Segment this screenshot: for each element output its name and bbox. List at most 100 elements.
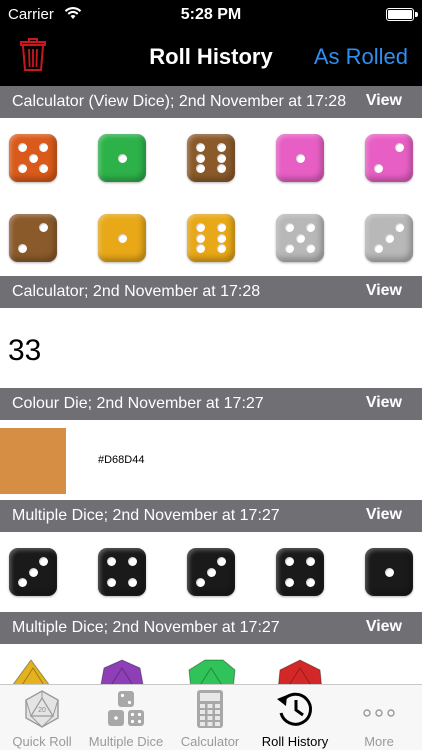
section-title: Multiple Dice; 2nd November at 17:27 (12, 507, 280, 524)
tab-bar: 20 Quick Roll Multiple Dice Calculator R… (0, 684, 422, 750)
dice-row (0, 542, 422, 606)
tab-multiple-dice[interactable]: Multiple Dice (84, 685, 168, 750)
die-pip (217, 164, 226, 173)
view-button[interactable]: View (366, 92, 402, 110)
die-pip (18, 578, 27, 587)
die-pip (217, 233, 226, 243)
die-pip (196, 578, 205, 587)
die-pip (374, 244, 383, 253)
die-pip (196, 244, 205, 253)
view-button[interactable]: View (366, 394, 402, 412)
die (9, 548, 57, 596)
die-pip (395, 223, 404, 232)
die (9, 134, 57, 182)
die-pip (196, 233, 205, 243)
view-button[interactable]: View (366, 282, 402, 300)
polyhedral-die (188, 659, 236, 686)
more-icon (363, 709, 395, 717)
die (276, 134, 324, 182)
colour-swatch (0, 428, 66, 494)
colour-hex-label: #D68D44 (98, 454, 145, 466)
die-pip (217, 557, 226, 566)
die-pip (217, 244, 226, 253)
die-pip (18, 143, 27, 152)
polyhedral-die (100, 659, 144, 686)
die-pip (384, 567, 394, 577)
die-pip (117, 153, 127, 163)
history-section-header: Multiple Dice; 2nd November at 17:27 Vie… (0, 612, 422, 644)
svg-text:20: 20 (38, 707, 46, 714)
die (187, 134, 235, 182)
die-pip (285, 557, 294, 566)
die-pip (196, 223, 205, 232)
dice-icon (108, 691, 144, 726)
die (365, 134, 413, 182)
die-pip (107, 557, 116, 566)
die (365, 548, 413, 596)
die-pip (306, 223, 315, 232)
tab-calculator[interactable]: Calculator (168, 685, 252, 750)
die-pip (18, 244, 27, 253)
tab-label: Calculator (180, 734, 240, 749)
die-pip (39, 557, 48, 566)
tab-roll-history[interactable]: Roll History (253, 685, 337, 750)
die-pip (196, 153, 205, 163)
die (187, 214, 235, 262)
dice-row (0, 128, 422, 192)
die-pip (285, 244, 294, 253)
die-pip (306, 578, 315, 587)
status-bar: Carrier 5:28 PM (0, 0, 422, 30)
die-pip (306, 244, 315, 253)
die-pip (295, 233, 305, 243)
history-section-header: Calculator (View Dice); 2nd November at … (0, 86, 422, 118)
polyhedral-dice-row (0, 650, 422, 686)
polyhedral-die (11, 659, 51, 686)
polyhedral-die (277, 659, 323, 686)
die-pip (39, 143, 48, 152)
tab-label: Quick Roll (12, 734, 72, 749)
tab-label: Multiple Dice (88, 734, 164, 749)
tab-quick-roll[interactable]: 20 Quick Roll (0, 685, 84, 750)
die-pip (107, 578, 116, 587)
die-pip (39, 164, 48, 173)
die (276, 214, 324, 262)
die-pip (196, 143, 205, 152)
view-button[interactable]: View (366, 506, 402, 524)
die-pip (18, 164, 27, 173)
die-pip (196, 164, 205, 173)
dice-row (0, 208, 422, 272)
die-pip (285, 578, 294, 587)
tab-label: More (364, 734, 394, 749)
die-pip (285, 223, 294, 232)
die-pip (295, 153, 305, 163)
die-pip (128, 557, 137, 566)
die-pip (217, 143, 226, 152)
section-title: Calculator; 2nd November at 17:28 (12, 283, 261, 300)
die (187, 548, 235, 596)
die-pip (384, 233, 394, 243)
die-pip (217, 223, 226, 232)
die (98, 214, 146, 262)
calculator-result: 33 (8, 334, 42, 367)
as-rolled-button[interactable]: As Rolled (314, 44, 408, 70)
history-section-header: Colour Die; 2nd November at 17:27 View (0, 388, 422, 420)
die-pip (374, 164, 383, 173)
section-title: Multiple Dice; 2nd November at 17:27 (12, 619, 280, 636)
die-pip (306, 557, 315, 566)
clock: 5:28 PM (180, 6, 242, 23)
die (98, 134, 146, 182)
die (276, 548, 324, 596)
section-title: Colour Die; 2nd November at 17:27 (12, 395, 264, 412)
view-button[interactable]: View (366, 618, 402, 636)
die-pip (395, 143, 404, 152)
die-pip (39, 223, 48, 232)
die (9, 214, 57, 262)
tab-more[interactable]: More (337, 685, 421, 750)
die-pip (28, 153, 38, 163)
die-pip (128, 578, 137, 587)
history-section-header: Multiple Dice; 2nd November at 17:27 Vie… (0, 500, 422, 532)
history-section-header: Calculator; 2nd November at 17:28 View (0, 276, 422, 308)
section-title: Calculator (View Dice); 2nd November at … (12, 93, 347, 110)
calculator-icon (197, 690, 223, 728)
die-pip (28, 567, 38, 577)
